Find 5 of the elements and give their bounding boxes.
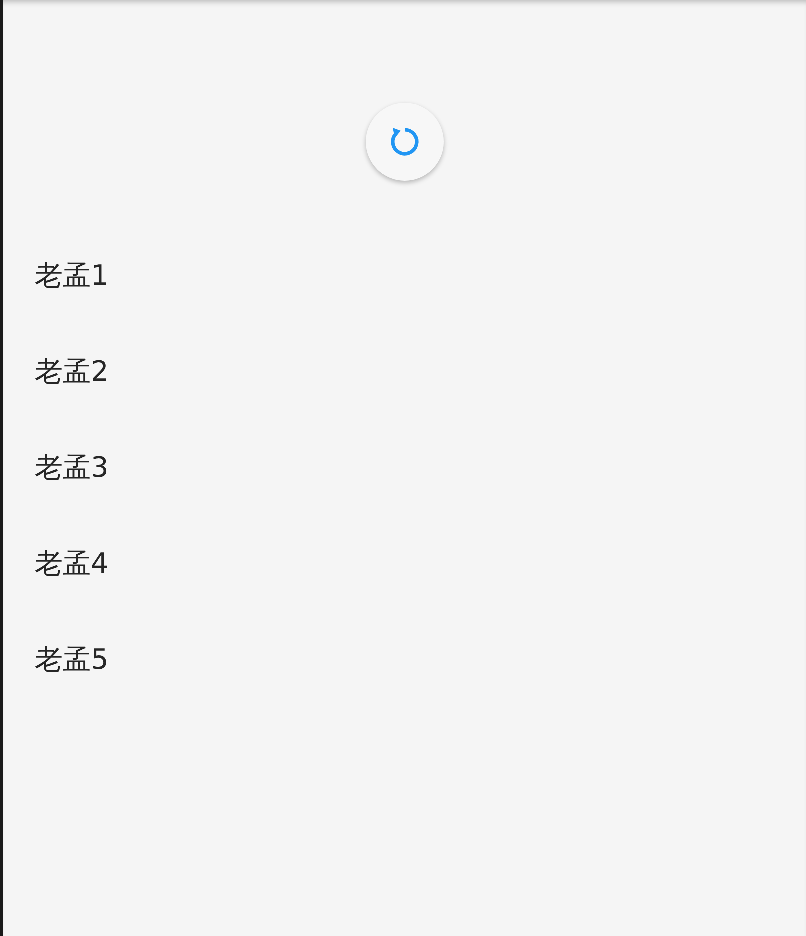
list-item[interactable]: 老孟5 [35,642,109,678]
list-item[interactable]: 老孟4 [35,546,109,582]
list-item[interactable]: 老孟2 [35,354,109,390]
list-item[interactable]: 老孟3 [35,450,109,486]
list-item[interactable]: 老孟1 [35,258,109,294]
